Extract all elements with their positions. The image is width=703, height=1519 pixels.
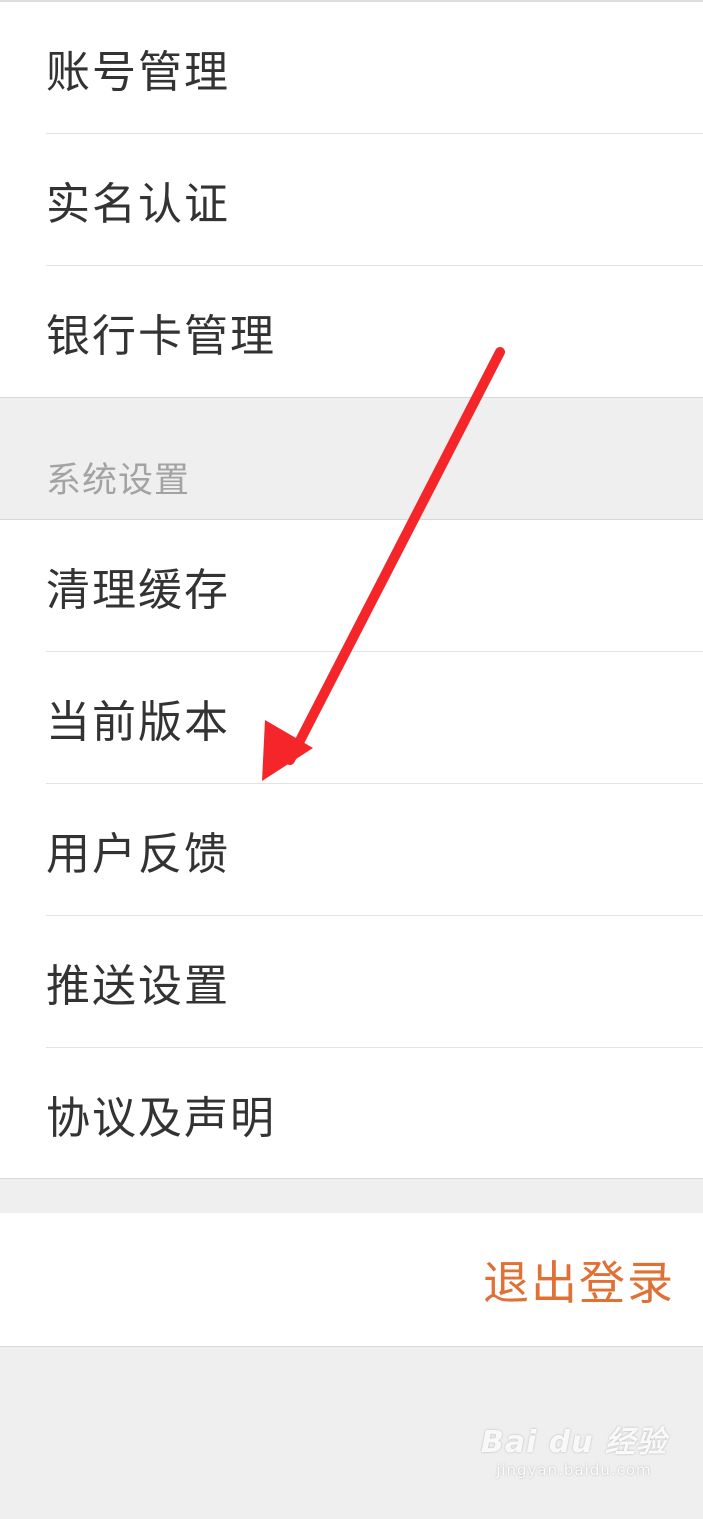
watermark-brand: Bai du 经验: [480, 1425, 667, 1460]
account-settings-section: 账号管理 实名认证 银行卡管理: [0, 0, 703, 398]
menu-item-push-settings[interactable]: 推送设置: [0, 916, 703, 1048]
menu-item-label: 当前版本: [46, 697, 230, 748]
menu-item-bank-card-management[interactable]: 银行卡管理: [0, 266, 703, 398]
baidu-jingyan-watermark: Bai du 经验 jingyan.baidu.com: [481, 1417, 667, 1479]
watermark-url: jingyan.baidu.com: [496, 1461, 652, 1479]
menu-item-clear-cache[interactable]: 清理缓存: [0, 520, 703, 652]
logout-section: 退出登录: [0, 1213, 703, 1347]
menu-item-account-management[interactable]: 账号管理: [0, 2, 703, 134]
menu-item-label: 实名认证: [46, 179, 230, 230]
menu-item-label: 推送设置: [46, 961, 230, 1012]
menu-item-current-version[interactable]: 当前版本: [0, 652, 703, 784]
menu-item-label: 清理缓存: [46, 565, 230, 616]
menu-item-label: 用户反馈: [46, 829, 230, 880]
menu-item-label: 协议及声明: [46, 1093, 276, 1144]
logout-button[interactable]: 退出登录: [483, 1213, 675, 1347]
menu-item-user-feedback[interactable]: 用户反馈: [0, 784, 703, 916]
system-settings-section: 清理缓存 当前版本 用户反馈 推送设置 协议及声明: [0, 519, 703, 1179]
menu-item-agreement-and-statement[interactable]: 协议及声明: [0, 1048, 703, 1180]
section-header-system-settings: 系统设置: [46, 461, 191, 501]
menu-item-real-name-verification[interactable]: 实名认证: [0, 134, 703, 266]
menu-item-label: 银行卡管理: [46, 311, 276, 362]
menu-item-label: 账号管理: [46, 47, 230, 98]
